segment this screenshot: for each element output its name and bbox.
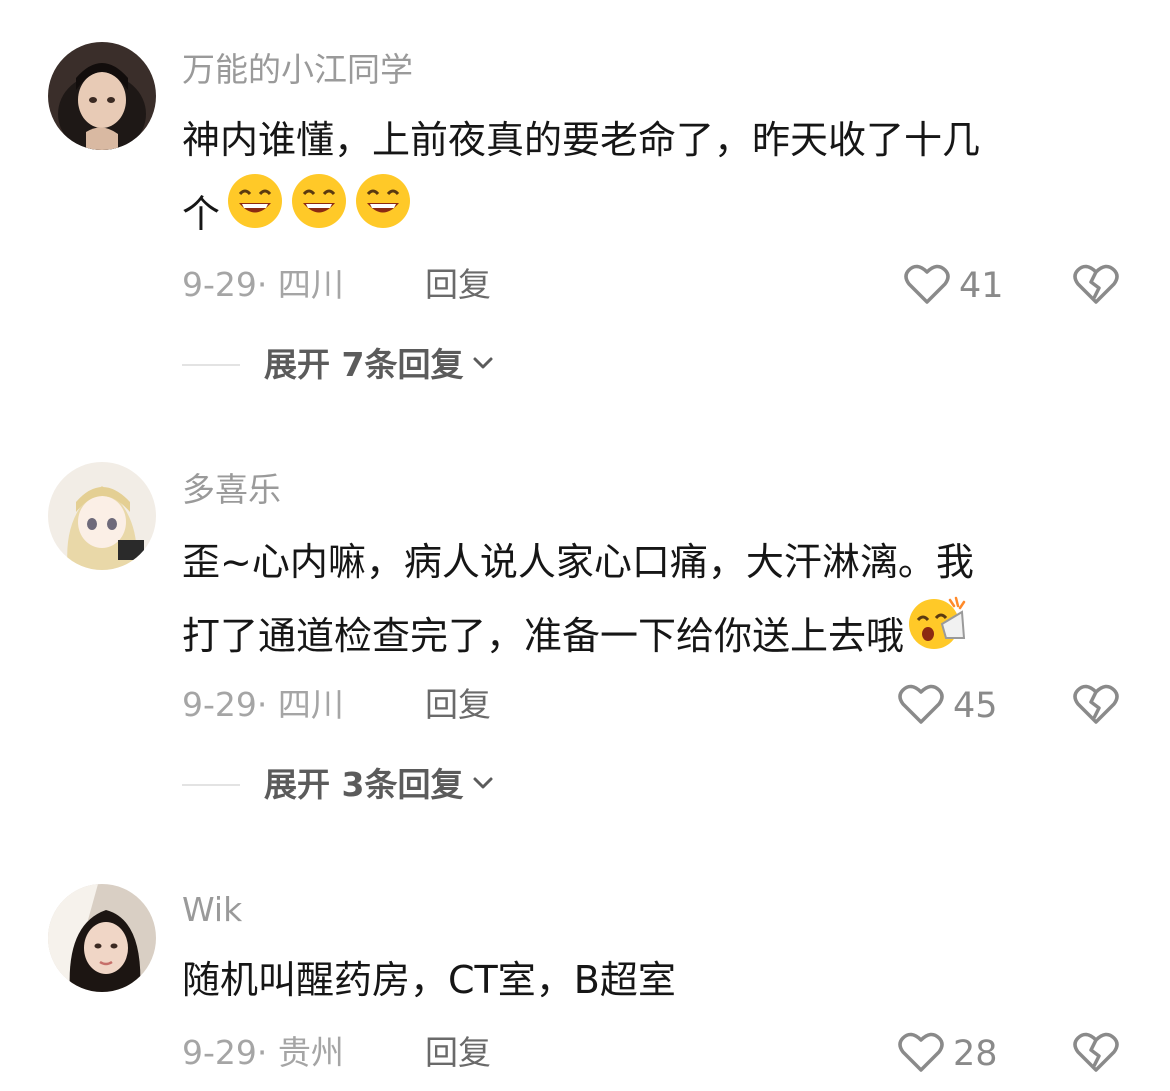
cheering-emoji-icon — [906, 594, 966, 675]
like-button[interactable]: 28 — [897, 1030, 998, 1078]
grinning-sweat-emoji-icon — [226, 172, 284, 253]
heart-outline-icon — [903, 262, 951, 310]
heart-outline-icon — [897, 682, 945, 730]
comment-line: 打了通道检查完了，准备一下给你送上去哦 — [182, 596, 1122, 679]
like-button[interactable]: 41 — [903, 262, 1004, 310]
divider — [182, 364, 240, 366]
reply-button[interactable]: 回复 — [425, 1033, 491, 1073]
avatar[interactable] — [48, 884, 156, 992]
like-button[interactable]: 45 — [897, 682, 998, 730]
dislike-button[interactable] — [1072, 682, 1120, 730]
comment-text: 歪~心内嘛，病人说人家心口痛，大汗淋漓。我 打了通道检查完了，准备一下给你送上去… — [182, 526, 1122, 679]
divider — [182, 784, 240, 786]
grinning-sweat-emoji-icon — [290, 172, 348, 253]
expand-replies-button[interactable]: 展开 7条回复 — [182, 345, 495, 385]
username[interactable]: 万能的小江同学 — [182, 50, 413, 90]
comment-text: 随机叫醒药房，CT室，B超室 — [182, 944, 1122, 1016]
chevron-down-icon — [471, 355, 495, 375]
date-location: 9-29· 四川 — [182, 265, 344, 304]
comment-line: 个 — [182, 174, 1122, 257]
like-count: 41 — [959, 266, 1004, 306]
date-location: 9-29· 贵州 — [182, 1033, 344, 1072]
dislike-button[interactable] — [1072, 1030, 1120, 1078]
username[interactable]: 多喜乐 — [182, 470, 281, 510]
comment-line: 神内谁懂，上前夜真的要老命了，昨天收了十几 — [182, 118, 981, 162]
grinning-sweat-emoji-icon — [354, 172, 412, 253]
avatar[interactable] — [48, 462, 156, 570]
username[interactable]: Wik — [182, 890, 242, 930]
expand-replies-button[interactable]: 展开 3条回复 — [182, 765, 495, 805]
like-count: 28 — [953, 1034, 998, 1074]
comment-line: 随机叫醒药房，CT室，B超室 — [182, 958, 676, 1002]
like-count: 45 — [953, 686, 998, 726]
broken-heart-icon — [1072, 264, 1120, 310]
comment-text: 神内谁懂，上前夜真的要老命了，昨天收了十几 个 — [182, 104, 1122, 257]
date-location: 9-29· 四川 — [182, 685, 344, 724]
dislike-button[interactable] — [1072, 262, 1120, 310]
expand-replies-label: 展开 3条回复 — [264, 765, 464, 804]
reply-button[interactable]: 回复 — [425, 685, 491, 725]
expand-replies-label: 展开 7条回复 — [264, 345, 464, 384]
avatar[interactable] — [48, 42, 156, 150]
broken-heart-icon — [1072, 684, 1120, 730]
heart-outline-icon — [897, 1030, 945, 1078]
broken-heart-icon — [1072, 1032, 1120, 1078]
reply-button[interactable]: 回复 — [425, 265, 491, 305]
comment-line: 歪~心内嘛，病人说人家心口痛，大汗淋漓。我 — [182, 540, 974, 584]
chevron-down-icon — [471, 775, 495, 795]
